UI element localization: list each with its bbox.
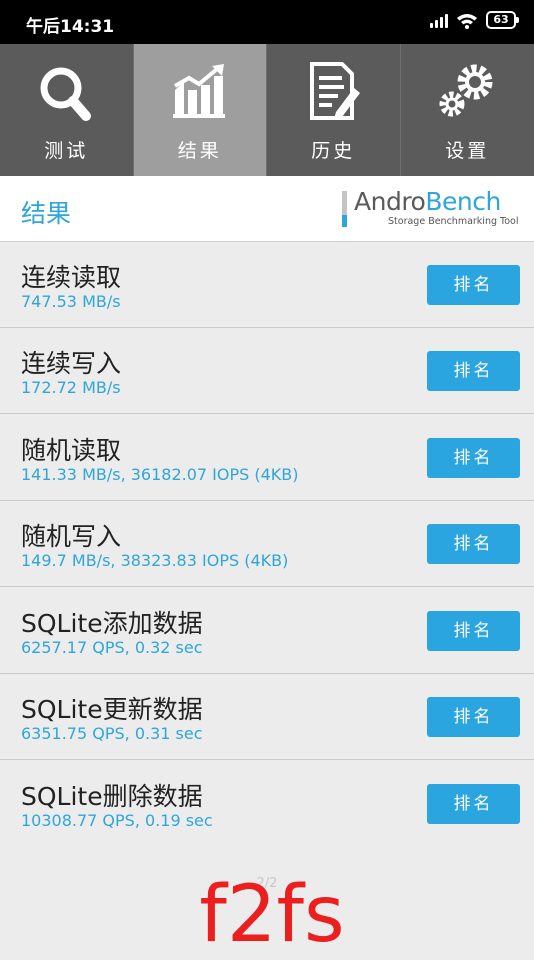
result-row-sqlite-update: SQLite更新数据 6351.75 QPS, 0.31 sec 排名 [0, 674, 534, 760]
chart-icon [165, 60, 235, 124]
tab-results[interactable]: 结果 [134, 44, 268, 176]
logo-brand-part2: Bench [425, 187, 500, 216]
tab-test-label: 测试 [0, 136, 133, 163]
result-name: SQLite更新数据 [21, 690, 203, 726]
androbench-logo: AndroBench Storage Benchmarking Tool [342, 189, 520, 231]
tab-settings[interactable]: 设置 [401, 44, 534, 176]
rank-button[interactable]: 排名 [427, 611, 520, 651]
result-row-seq-write: 连续写入 172.72 MB/s 排名 [0, 328, 534, 414]
result-name: 连续读取 [21, 258, 121, 294]
rank-button[interactable]: 排名 [427, 784, 520, 824]
search-icon [31, 60, 101, 124]
rank-button[interactable]: 排名 [427, 265, 520, 305]
result-name: 随机写入 [21, 517, 121, 553]
result-name: SQLite添加数据 [21, 604, 203, 640]
watermark-text: f2fs [0, 876, 534, 954]
result-value: 6351.75 QPS, 0.31 sec [21, 724, 203, 743]
history-document-icon [298, 60, 368, 124]
logo-brand: AndroBench [354, 187, 501, 216]
tab-bar: 测试 结果 历史 设置 [0, 44, 534, 176]
result-value: 141.33 MB/s, 36182.07 IOPS (4KB) [21, 465, 299, 484]
tab-history[interactable]: 历史 [267, 44, 401, 176]
result-value: 10308.77 QPS, 0.19 sec [21, 811, 213, 830]
result-name: 连续写入 [21, 344, 121, 380]
results-header: 结果 AndroBench Storage Benchmarking Tool [0, 176, 534, 242]
rank-button[interactable]: 排名 [427, 697, 520, 737]
result-value: 149.7 MB/s, 38323.83 IOPS (4KB) [21, 551, 288, 570]
result-row-rand-write: 随机写入 149.7 MB/s, 38323.83 IOPS (4KB) 排名 [0, 501, 534, 587]
rank-button[interactable]: 排名 [427, 524, 520, 564]
signal-icon [430, 12, 448, 28]
rank-button[interactable]: 排名 [427, 438, 520, 478]
result-value: 747.53 MB/s [21, 292, 121, 311]
result-name: 随机读取 [21, 431, 121, 467]
battery-icon: 63 [486, 11, 516, 29]
tab-results-label: 结果 [134, 136, 267, 163]
gear-icon [432, 60, 502, 124]
result-name: SQLite删除数据 [21, 777, 203, 813]
page-title: 结果 [21, 194, 71, 230]
status-time: 午后14:31 [26, 12, 114, 37]
result-value: 6257.17 QPS, 0.32 sec [21, 638, 203, 657]
wifi-icon [456, 12, 478, 29]
logo-brand-part1: Andro [354, 187, 425, 216]
logo-tagline: Storage Benchmarking Tool [388, 216, 518, 227]
status-icons: 63 [430, 11, 516, 29]
result-row-sqlite-insert: SQLite添加数据 6257.17 QPS, 0.32 sec 排名 [0, 588, 534, 674]
tab-history-label: 历史 [267, 136, 400, 163]
result-value: 172.72 MB/s [21, 378, 121, 397]
rank-button[interactable]: 排名 [427, 351, 520, 391]
tab-test[interactable]: 测试 [0, 44, 134, 176]
result-row-sqlite-delete: SQLite删除数据 10308.77 QPS, 0.19 sec 排名 [0, 761, 534, 847]
result-row-seq-read: 连续读取 747.53 MB/s 排名 [0, 242, 534, 328]
logo-bar-icon [342, 191, 347, 227]
tab-settings-label: 设置 [401, 136, 534, 163]
result-row-rand-read: 随机读取 141.33 MB/s, 36182.07 IOPS (4KB) 排名 [0, 415, 534, 501]
status-bar: 午后14:31 63 [0, 0, 534, 44]
